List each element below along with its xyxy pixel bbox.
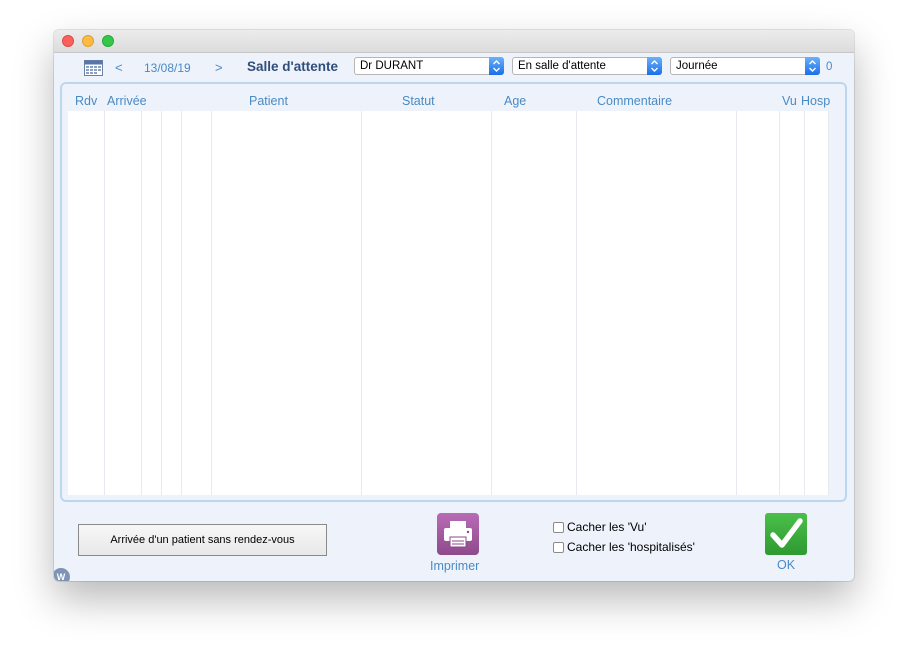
column-divider	[361, 111, 362, 495]
column-divider	[161, 111, 162, 495]
waiting-room-window: < 13/08/19 > Salle d'attente Dr DURANT E…	[54, 30, 854, 581]
column-header-statut[interactable]: Statut	[402, 94, 435, 108]
ok-button[interactable]	[765, 513, 807, 555]
toolbar: < 13/08/19 > Salle d'attente Dr DURANT E…	[54, 52, 854, 82]
column-divider	[828, 111, 829, 495]
checkbox-box[interactable]	[553, 542, 564, 553]
print-button[interactable]	[437, 513, 479, 555]
column-header-commentaire[interactable]: Commentaire	[597, 94, 672, 108]
next-date-button[interactable]: >	[215, 60, 223, 75]
select-arrows-icon	[489, 57, 504, 75]
hide-hospitalized-label[interactable]: Cacher les 'hospitalisés'	[567, 540, 695, 554]
patient-count: 0	[826, 61, 833, 73]
column-divider	[181, 111, 182, 495]
calendar-icon[interactable]	[84, 59, 103, 76]
column-header-age[interactable]: Age	[504, 94, 526, 108]
column-divider	[141, 111, 142, 495]
column-header-rdv[interactable]: Rdv	[75, 94, 97, 108]
column-header-vu[interactable]: Vu	[782, 94, 797, 108]
title-bar	[54, 30, 854, 53]
doctor-select-value: Dr DURANT	[360, 60, 424, 72]
select-arrows-icon	[647, 57, 662, 75]
ok-label[interactable]: OK	[777, 558, 795, 572]
column-header-arrivee[interactable]: Arrivée	[107, 94, 147, 108]
column-divider	[491, 111, 492, 495]
column-divider	[779, 111, 780, 495]
print-label[interactable]: Imprimer	[430, 559, 479, 573]
status-select[interactable]: En salle d'attente	[512, 57, 662, 75]
column-divider	[804, 111, 805, 495]
previous-date-button[interactable]: <	[115, 60, 123, 75]
patients-table: Rdv Arrivée Patient Statut Age Commentai…	[60, 82, 847, 502]
current-date[interactable]: 13/08/19	[144, 61, 191, 75]
table-body[interactable]	[68, 111, 829, 495]
column-header-patient[interactable]: Patient	[249, 94, 288, 108]
page-title: Salle d'attente	[247, 59, 338, 74]
doctor-select[interactable]: Dr DURANT	[354, 57, 504, 75]
table-header: Rdv Arrivée Patient Statut Age Commentai…	[62, 84, 845, 110]
column-divider	[104, 111, 105, 495]
column-divider	[576, 111, 577, 495]
period-select[interactable]: Journée	[670, 57, 820, 75]
checkbox-box[interactable]	[553, 522, 564, 533]
app-logo-icon: W	[54, 568, 70, 581]
zoom-window-button[interactable]	[102, 35, 114, 47]
column-divider	[736, 111, 737, 495]
status-select-value: En salle d'attente	[518, 60, 606, 72]
hide-vu-label[interactable]: Cacher les 'Vu'	[567, 520, 647, 534]
checkmark-icon	[770, 518, 803, 548]
walk-in-patient-button[interactable]: Arrivée d'un patient sans rendez-vous	[78, 524, 327, 556]
select-arrows-icon	[805, 57, 820, 75]
close-window-button[interactable]	[62, 35, 74, 47]
minimize-window-button[interactable]	[82, 35, 94, 47]
column-divider	[211, 111, 212, 495]
column-header-hosp[interactable]: Hosp	[801, 94, 830, 108]
period-select-value: Journée	[676, 60, 718, 72]
printer-icon	[444, 521, 472, 548]
